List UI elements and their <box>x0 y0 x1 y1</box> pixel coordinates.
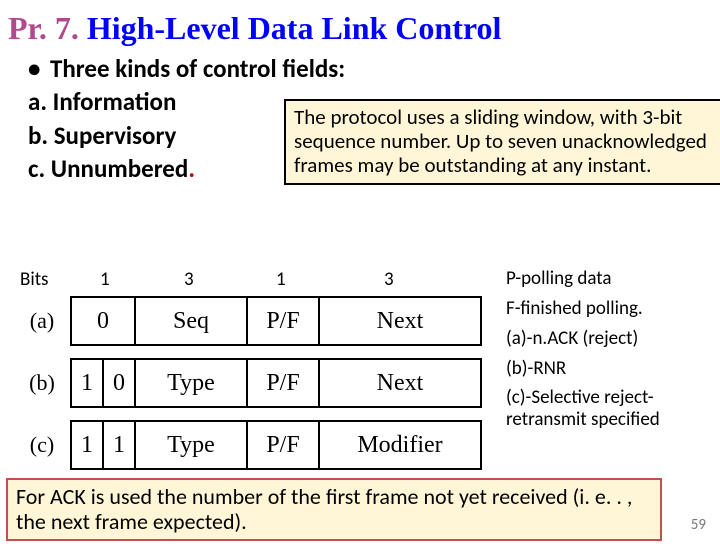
protocol-box: The protocol uses a sliding window, with… <box>284 99 720 185</box>
cell-a-bit: 0 <box>71 297 135 345</box>
row-label-b: (b) <box>14 359 71 407</box>
cell-b-pf: P/F <box>247 359 319 407</box>
bits-c3: 1 <box>276 268 286 291</box>
note-f: F-finished polling. <box>506 298 712 320</box>
table-row: (b) 1 0 Type P/F Next <box>14 359 481 407</box>
note-p: P-polling data <box>506 268 712 290</box>
cell-c-last: Modifier <box>319 421 481 469</box>
cell-c-bit1: 1 <box>71 421 103 469</box>
bits-c2: 3 <box>184 268 194 291</box>
cell-a-seq: Seq <box>135 297 247 345</box>
side-notes: P-polling data F-finished polling. (a)-n… <box>506 268 712 439</box>
note-b: (b)-RNR <box>506 358 712 380</box>
frame-table: (a) 0 Seq P/F Next (b) 1 0 Type P/F Next… <box>14 296 482 470</box>
cell-b-bit2: 0 <box>103 359 135 407</box>
cell-b-last: Next <box>319 359 481 407</box>
red-dot: . <box>188 153 195 184</box>
row-label-c: (c) <box>14 421 71 469</box>
row-label-a: (a) <box>14 297 71 345</box>
table-row: (c) 1 1 Type P/F Modifier <box>14 421 481 469</box>
footer-box: For ACK is used the number of the first … <box>6 478 662 541</box>
bullet-heading: •Three kinds of control fields: <box>28 53 720 84</box>
cell-c-seq: Type <box>135 421 247 469</box>
bits-c1: 1 <box>100 268 110 291</box>
note-c: (c)-Selective reject- retransmit specifi… <box>506 387 712 431</box>
cell-a-last: Next <box>319 297 481 345</box>
bits-label: Bits <box>20 268 49 291</box>
page-number: 59 <box>691 516 706 534</box>
cell-a-pf: P/F <box>247 297 319 345</box>
cell-b-bit1: 1 <box>71 359 103 407</box>
slide-title: Pr. 7. High-Level Data Link Control <box>8 10 712 47</box>
bullet-dot-icon: • <box>28 53 50 84</box>
note-a: (a)-n.ACK (reject) <box>506 328 712 350</box>
title-prefix: Pr. 7. <box>8 10 79 46</box>
bits-c4: 3 <box>384 268 394 291</box>
cell-b-seq: Type <box>135 359 247 407</box>
cell-c-bit2: 1 <box>103 421 135 469</box>
table-row: (a) 0 Seq P/F Next <box>14 297 481 345</box>
cell-c-pf: P/F <box>247 421 319 469</box>
title-main: High-Level Data Link Control <box>87 10 502 46</box>
